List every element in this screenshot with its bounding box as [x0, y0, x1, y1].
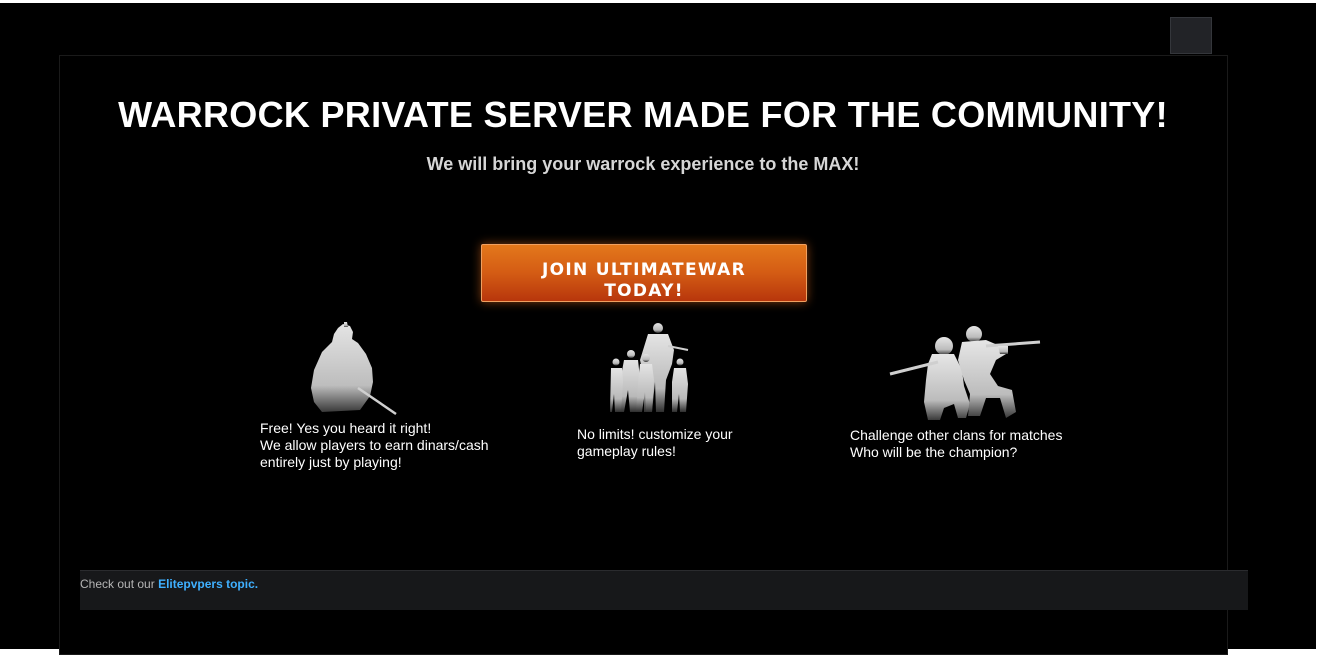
feature-no-limits-text: No limits! customize your gameplay rules…: [577, 426, 777, 460]
footer-bar: Check out our Elitepvpers topic.: [80, 570, 1248, 610]
feature-no-limits-line-2: gameplay rules!: [577, 443, 676, 459]
feature-clans-line-2: Who will be the champion?: [850, 444, 1018, 460]
footer-prefix: Check out our: [80, 577, 155, 591]
page-subtitle: We will bring your warrock experience to…: [426, 154, 860, 174]
feature-free-line-2: We allow players to earn dinars/cash: [260, 437, 489, 453]
elitepvpers-link[interactable]: Elitepvpers topic.: [158, 577, 258, 591]
aiming-soldiers-silhouette-icon: [889, 326, 1041, 420]
menu-button[interactable]: [1170, 17, 1212, 54]
squad-silhouette-icon: [610, 323, 689, 412]
join-button[interactable]: JOIN ULTIMATEWAR TODAY!: [481, 244, 807, 302]
feature-free-text: Free! Yes you heard it right! We allow p…: [260, 420, 520, 471]
soldier-silhouette-icon: [311, 322, 397, 416]
page-title: WARROCK PRIVATE SERVER MADE FOR THE COMM…: [118, 94, 1168, 135]
feature-free-line-1: Free! Yes you heard it right!: [260, 420, 432, 436]
feature-free-line-3: entirely just by playing!: [260, 454, 402, 470]
feature-clans-line-1: Challenge other clans for matches: [850, 427, 1063, 443]
feature-clans-text: Challenge other clans for matches Who wi…: [850, 427, 1090, 461]
scrollbar-track[interactable]: [1316, 3, 1324, 649]
footer-line: Check out our Elitepvpers topic.: [80, 573, 258, 595]
feature-no-limits-line-1: No limits! customize your: [577, 426, 733, 442]
